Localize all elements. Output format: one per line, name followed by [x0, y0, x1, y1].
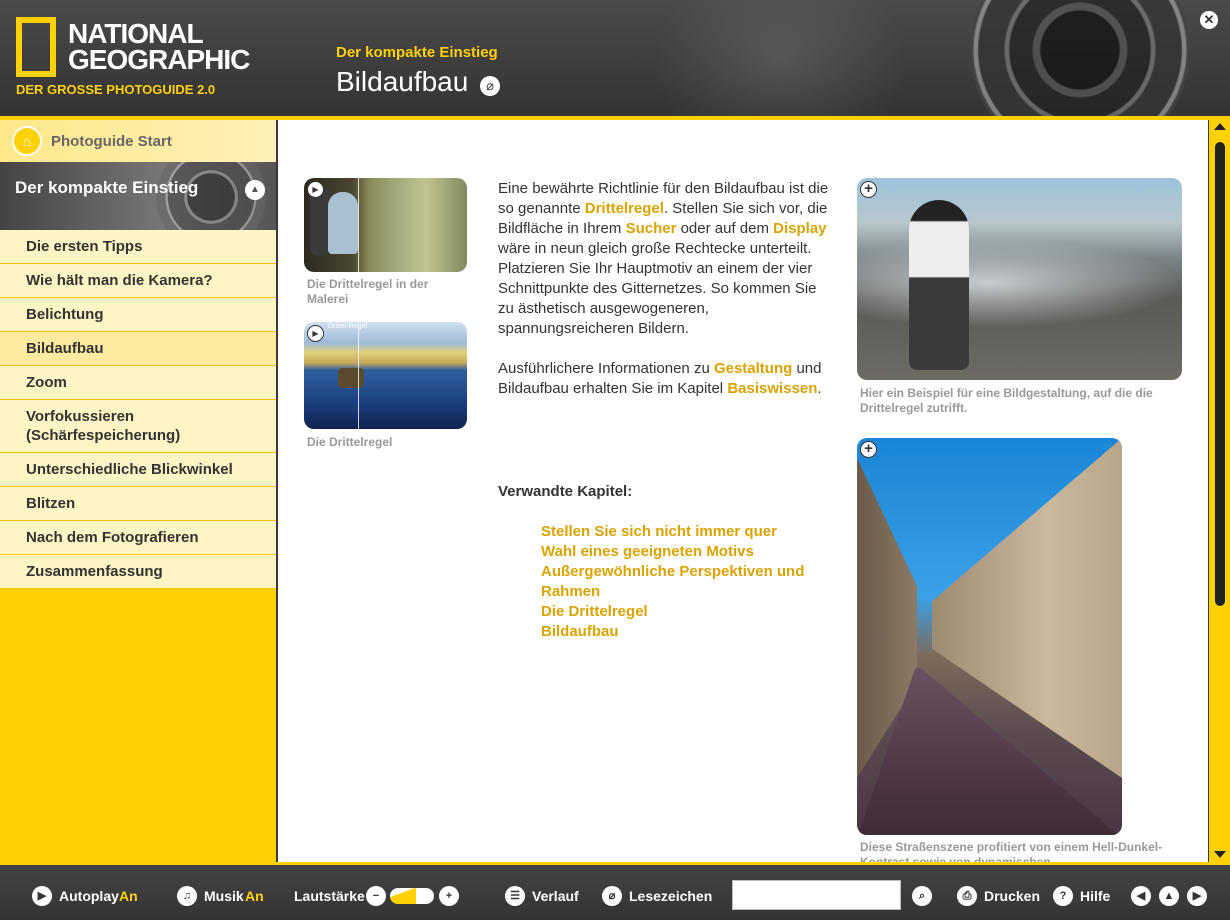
print-label[interactable]: Drucken: [984, 888, 1040, 904]
paragraph-1: Eine bewährte Richtlinie für den Bildauf…: [498, 179, 833, 339]
main-content: ▶ Die Drittelregel in der Malerei Dritte…: [278, 120, 1208, 862]
print-icon[interactable]: ⎙: [957, 886, 977, 906]
paragraph-2: Ausführlichere Informationen zu Gestaltu…: [498, 359, 833, 399]
link-display[interactable]: Display: [773, 220, 826, 237]
related-link[interactable]: Stellen Sie sich nicht immer quer: [541, 522, 831, 542]
photo-caption: Hier ein Beispiel für eine Bildgestaltun…: [860, 386, 1153, 415]
help-icon[interactable]: ?: [1053, 886, 1073, 906]
related-chapters-list: Stellen Sie sich nicht immer quer Wahl e…: [541, 522, 831, 642]
up-icon[interactable]: ▲: [1159, 886, 1179, 906]
close-icon[interactable]: ✕: [1200, 11, 1218, 29]
photo-subject: [909, 200, 969, 370]
sidebar-item-blitzen[interactable]: Blitzen: [0, 487, 276, 521]
volume-plus-icon[interactable]: +: [439, 886, 459, 906]
scroll-up-icon[interactable]: [1214, 123, 1226, 130]
zoom-plus-icon[interactable]: +: [860, 441, 877, 458]
text: oder auf dem: [676, 220, 774, 237]
volume-slider[interactable]: [390, 888, 434, 904]
thumbnail-caption: Die Drittelregel in der Malerei: [307, 277, 429, 306]
link-sucher[interactable]: Sucher: [626, 220, 677, 237]
autoplay-state[interactable]: An: [119, 888, 138, 904]
section-label: Der kompakte Einstieg: [15, 178, 199, 197]
camera-lens-decoration: [970, 0, 1190, 118]
music-label[interactable]: Musik: [204, 888, 244, 904]
thumbnail-boat: [338, 368, 364, 388]
link-basiswissen[interactable]: Basiswissen: [727, 380, 817, 397]
example-photo-street[interactable]: +: [857, 438, 1122, 835]
play-icon[interactable]: ▶: [307, 325, 324, 342]
text: Ausführlichere Informationen zu: [498, 360, 714, 377]
sidebar-section-header[interactable]: Der kompakte Einstieg ▲: [0, 162, 276, 230]
collapse-icon[interactable]: ▲: [245, 180, 265, 200]
play-icon[interactable]: ▶: [307, 181, 324, 198]
volume-fill: [390, 888, 417, 904]
photo-caption: Diese Straßenszene profitiert von einem …: [860, 840, 1163, 862]
sidebar-item-blickwinkel[interactable]: Unterschiedliche Blickwinkel: [0, 453, 276, 487]
bookmarks-label[interactable]: Lesezeichen: [629, 888, 712, 904]
paperclip-icon[interactable]: ⌀: [480, 76, 500, 96]
related-link[interactable]: Die Drittelregel: [541, 602, 831, 622]
thirds-guide-line: [358, 178, 359, 272]
link-gestaltung[interactable]: Gestaltung: [714, 360, 792, 377]
search-icon[interactable]: ⌕: [912, 886, 932, 906]
page-title: Bildaufbau: [336, 66, 469, 97]
brand-subtitle: DER GROSSE PHOTOGUIDE 2.0: [16, 82, 216, 97]
zoom-plus-icon[interactable]: +: [860, 181, 877, 198]
sidebar-item-belichtung[interactable]: Belichtung: [0, 298, 276, 332]
prev-icon[interactable]: ◀: [1131, 886, 1151, 906]
content-scrollbar[interactable]: [1209, 120, 1230, 864]
link-drittelregel[interactable]: Drittelregel: [585, 200, 664, 217]
chapter-kicker: Der kompakte Einstieg: [336, 44, 498, 61]
history-label[interactable]: Verlauf: [532, 888, 579, 904]
related-heading: Verwandte Kapitel:: [498, 483, 633, 500]
example-photo-cowboy[interactable]: +: [857, 178, 1182, 380]
sidebar-item-zoom[interactable]: Zoom: [0, 366, 276, 400]
scroll-down-icon[interactable]: [1214, 851, 1226, 858]
sidebar-item-bildaufbau[interactable]: Bildaufbau: [0, 332, 276, 366]
sidebar-item-zusammenfassung[interactable]: Zusammenfassung: [0, 555, 276, 589]
app-header: NATIONAL GEOGRAPHIC DER GROSSE PHOTOGUID…: [0, 0, 1230, 118]
article-body: Eine bewährte Richtlinie für den Bildauf…: [498, 179, 833, 399]
bookmark-icon[interactable]: ⌀: [602, 886, 622, 906]
sidebar-item-die-ersten-tipps[interactable]: Die ersten Tipps: [0, 230, 276, 264]
help-label[interactable]: Hilfe: [1080, 888, 1110, 904]
sidebar-start-link[interactable]: ⌂ Photoguide Start: [0, 120, 276, 162]
history-icon[interactable]: ☰: [505, 886, 525, 906]
sidebar-nav: Die ersten Tipps Wie hält man die Kamera…: [0, 230, 276, 589]
thumbnail-figure: [328, 192, 358, 254]
play-icon[interactable]: ▶: [32, 886, 52, 906]
header-decoration: [650, 0, 910, 118]
related-link[interactable]: Außergewöhnliche Perspektiven und Rahmen: [541, 562, 831, 602]
start-label: Photoguide Start: [51, 133, 172, 150]
music-icon[interactable]: ♫: [177, 886, 197, 906]
video-thumbnail-painting[interactable]: ▶: [304, 178, 467, 272]
related-link[interactable]: Wahl eines geeigneten Motivs: [541, 542, 831, 562]
sidebar-item-kamera-halten[interactable]: Wie hält man die Kamera?: [0, 264, 276, 298]
scrollbar-thumb[interactable]: [1215, 142, 1225, 606]
photo-dust: [857, 238, 1182, 328]
thumbnail-caption: Die Drittelregel: [307, 435, 393, 449]
brand-line-2: GEOGRAPHIC: [68, 44, 250, 75]
footer-toolbar: ▶ Autoplay An ♫ Musik An Lautstärke − + …: [0, 865, 1230, 920]
autoplay-label[interactable]: Autoplay: [59, 888, 119, 904]
sidebar-item-nach-dem-fotografieren[interactable]: Nach dem Fotografieren: [0, 521, 276, 555]
next-icon[interactable]: ▶: [1187, 886, 1207, 906]
sidebar: ⌂ Photoguide Start Der kompakte Einstieg…: [0, 120, 276, 864]
related-link[interactable]: Bildaufbau: [541, 622, 831, 642]
volume-minus-icon[interactable]: −: [366, 886, 386, 906]
video-thumbnail-lake[interactable]: Drittel-Regel ▶: [304, 322, 467, 429]
music-state[interactable]: An: [245, 888, 264, 904]
text: wäre in neun gleich große Rechtecke unte…: [498, 240, 817, 337]
search-input[interactable]: [732, 880, 901, 910]
sidebar-item-vorfokussieren[interactable]: Vorfokussieren (Schärfespeicherung): [0, 400, 276, 453]
home-icon: ⌂: [12, 126, 42, 156]
text: .: [817, 380, 822, 397]
thumbnail-tag: Drittel-Regel: [328, 323, 367, 330]
thirds-guide-line: [358, 322, 359, 429]
nat-geo-logo-frame: [16, 17, 56, 77]
volume-label: Lautstärke: [294, 888, 365, 904]
